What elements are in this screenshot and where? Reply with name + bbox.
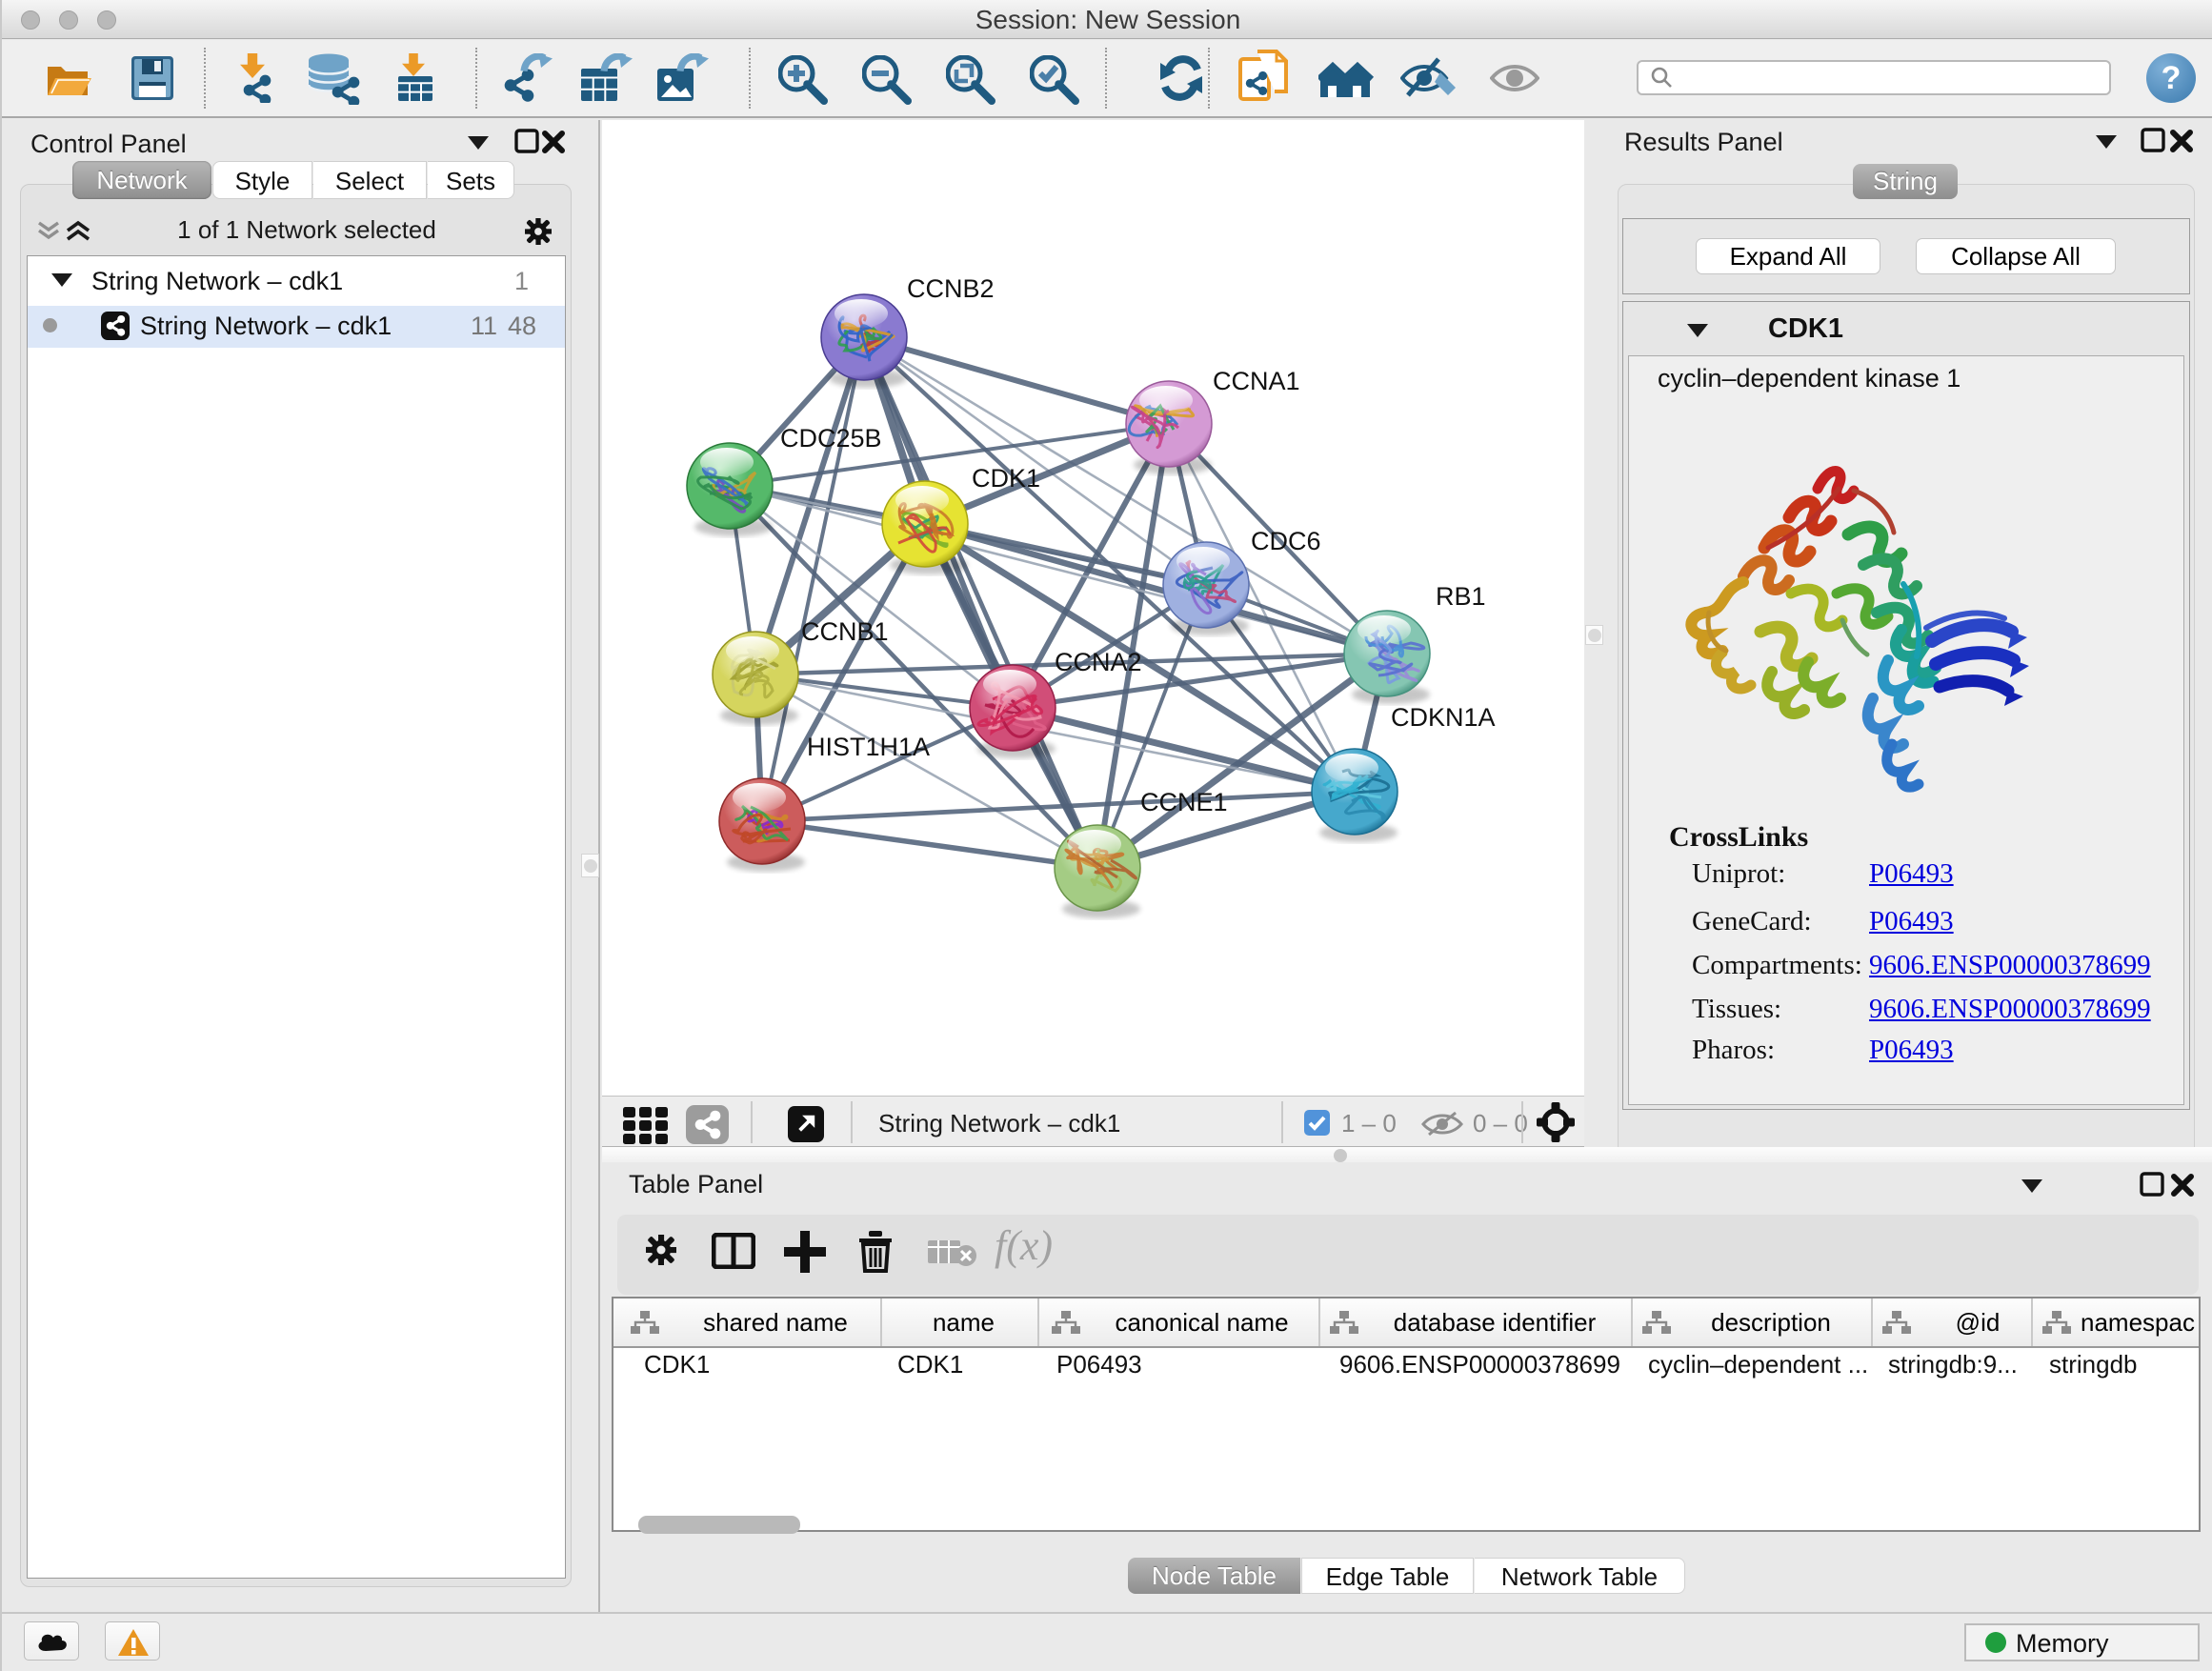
svg-text:CDC25B: CDC25B — [780, 424, 882, 453]
svg-text:HIST1H1A: HIST1H1A — [807, 733, 930, 761]
svg-text:CCNE1: CCNE1 — [1140, 788, 1228, 816]
svg-text:CCNA1: CCNA1 — [1213, 367, 1300, 395]
svg-text:CDK1: CDK1 — [972, 464, 1040, 493]
svg-text:CDKN1A: CDKN1A — [1391, 703, 1496, 732]
svg-text:CCNA2: CCNA2 — [1055, 648, 1142, 676]
svg-text:RB1: RB1 — [1436, 582, 1486, 611]
svg-text:CCNB2: CCNB2 — [907, 274, 995, 303]
svg-text:CDC6: CDC6 — [1251, 527, 1321, 555]
svg-text:CCNB1: CCNB1 — [801, 617, 889, 646]
